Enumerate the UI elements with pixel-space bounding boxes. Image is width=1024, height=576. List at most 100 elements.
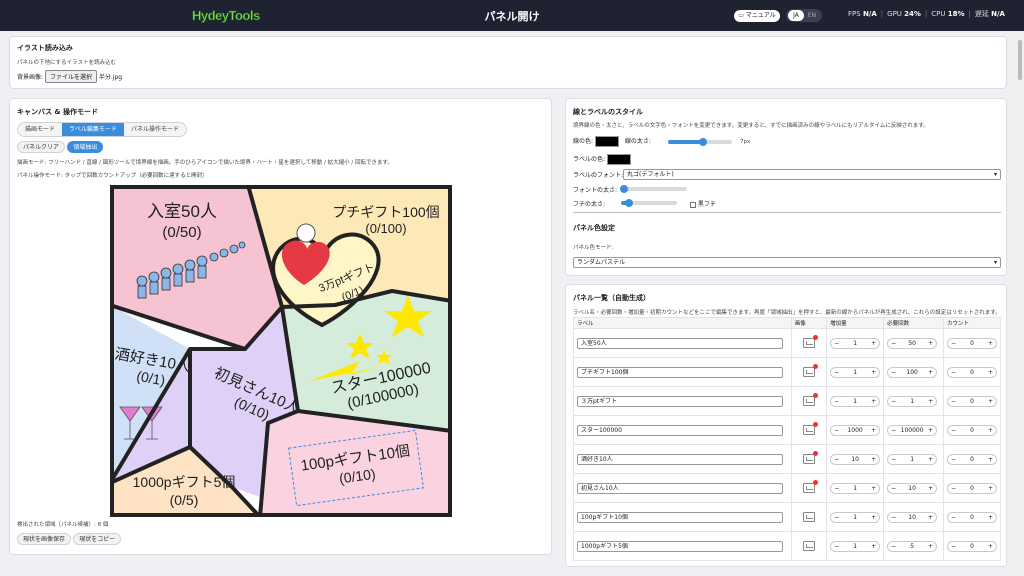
label-input[interactable]: 1000pギフト5個 [577, 540, 783, 552]
plus-icon[interactable]: + [988, 543, 993, 550]
label-input[interactable]: ３万ptギフト [577, 395, 783, 407]
font-size-slider[interactable] [620, 185, 687, 193]
color-mode-select[interactable]: ランダムパステル ▾ [573, 257, 1001, 268]
plus-icon[interactable]: + [928, 340, 933, 347]
required-stepper[interactable]: −100000 + [887, 424, 938, 436]
required-stepper[interactable]: −10 + [887, 511, 938, 523]
lang-en[interactable]: EN [804, 10, 820, 21]
line-width-slider[interactable] [668, 138, 732, 146]
increment-stepper[interactable]: −1 + [830, 366, 881, 378]
remove-image-icon[interactable] [812, 335, 818, 340]
image-icon[interactable] [802, 335, 818, 348]
page-scrollbar[interactable] [1016, 31, 1024, 576]
chevron-down-icon: ▾ [993, 259, 997, 266]
plus-icon[interactable]: + [928, 456, 933, 463]
label-input[interactable]: スター100000 [577, 424, 783, 436]
col-count: カウント [942, 317, 1002, 329]
image-icon[interactable] [802, 422, 818, 435]
plus-icon[interactable]: + [988, 427, 993, 434]
plus-icon[interactable]: + [928, 398, 933, 405]
required-stepper[interactable]: −10 + [887, 482, 938, 494]
label-input[interactable]: プチギフト100個 [577, 366, 783, 378]
plus-icon[interactable]: + [928, 543, 933, 550]
language-toggle[interactable]: JA EN [786, 9, 822, 22]
plus-icon[interactable]: + [871, 340, 876, 347]
black-edge-checkbox[interactable] [690, 201, 696, 208]
tab-panel-mode[interactable]: パネル操作モード [124, 123, 186, 136]
count-stepper[interactable]: −0 + [946, 424, 997, 436]
plus-icon[interactable]: + [928, 514, 933, 521]
label-input[interactable]: 100pギフト10個 [577, 511, 783, 523]
image-icon[interactable] [802, 451, 818, 464]
label-font-select[interactable]: 丸ゴ(デフォルト) ▾ [623, 169, 1001, 180]
remove-image-icon[interactable] [812, 364, 818, 369]
page-scroll-thumb[interactable] [1018, 40, 1022, 80]
plus-icon[interactable]: + [988, 369, 993, 376]
required-stepper[interactable]: −100 + [887, 366, 938, 378]
increment-stepper[interactable]: −1000 + [830, 424, 881, 436]
plus-icon[interactable]: + [871, 456, 876, 463]
tab-draw-mode[interactable]: 描画モード [18, 123, 62, 136]
plus-icon[interactable]: + [871, 398, 876, 405]
count-stepper[interactable]: −0 + [946, 511, 997, 523]
increment-stepper[interactable]: −1 + [830, 540, 881, 552]
count-stepper[interactable]: −0 + [946, 337, 997, 349]
image-icon[interactable] [802, 512, 815, 522]
image-icon[interactable] [802, 480, 818, 493]
remove-image-icon[interactable] [812, 393, 818, 398]
plus-icon[interactable]: + [988, 340, 993, 347]
increment-stepper[interactable]: −1 + [830, 395, 881, 407]
manual-button[interactable]: ▭ マニュアル [734, 10, 780, 22]
detect-regions-button[interactable]: 領域抽出 [67, 141, 104, 153]
panel-clear-button[interactable]: パネルクリア [17, 141, 66, 153]
lang-ja[interactable]: JA [788, 10, 804, 21]
increment-stepper[interactable]: −1 + [830, 511, 881, 523]
increment-stepper[interactable]: −10 + [830, 453, 881, 465]
remove-image-icon[interactable] [812, 451, 818, 456]
file-select-button[interactable]: ファイルを選択 [44, 70, 97, 83]
increment-stepper[interactable]: −1 + [830, 337, 881, 349]
count-stepper[interactable]: −0 + [946, 540, 997, 552]
image-icon[interactable] [802, 364, 818, 377]
required-stepper[interactable]: −5 + [887, 540, 938, 552]
edge-size-slider[interactable] [621, 199, 677, 207]
required-stepper[interactable]: −1 + [887, 395, 938, 407]
plus-icon[interactable]: + [871, 369, 876, 376]
plus-icon[interactable]: + [871, 427, 876, 434]
required-cell: −100000 + [883, 415, 944, 445]
image-icon[interactable] [802, 393, 818, 406]
plus-icon[interactable]: + [928, 427, 933, 434]
plus-icon[interactable]: + [988, 398, 993, 405]
required-stepper[interactable]: −1 + [887, 453, 938, 465]
increment-stepper[interactable]: −1 + [830, 482, 881, 494]
image-icon[interactable] [802, 541, 815, 551]
count-stepper[interactable]: −0 + [946, 366, 997, 378]
image-cell [790, 386, 828, 416]
remove-image-icon[interactable] [812, 480, 818, 485]
label-input[interactable]: 酒好き10人 [577, 453, 783, 465]
plus-icon[interactable]: + [871, 543, 876, 550]
label-input[interactable]: 入室50人 [577, 337, 783, 349]
plus-icon[interactable]: + [871, 485, 876, 492]
tab-label-edit-mode[interactable]: ラベル編集モード [62, 123, 125, 136]
plus-icon[interactable]: + [928, 369, 933, 376]
plus-icon[interactable]: + [928, 485, 933, 492]
plus-icon[interactable]: + [871, 514, 876, 521]
plus-icon[interactable]: + [988, 485, 993, 492]
plus-icon[interactable]: + [988, 514, 993, 521]
increment-cell: −1 + [826, 473, 885, 503]
save-image-button[interactable]: 現状を画像保存 [17, 533, 72, 545]
remove-image-icon[interactable] [812, 422, 818, 427]
count-stepper[interactable]: −0 + [946, 482, 997, 494]
detected-count: 検出された領域（パネル候補）: 8 個 [17, 522, 109, 528]
panel-label-8: 1000pギフト5個 [133, 474, 236, 490]
count-stepper[interactable]: −0 + [946, 395, 997, 407]
plus-icon[interactable]: + [988, 456, 993, 463]
label-input[interactable]: 初見さん10人 [577, 482, 783, 494]
copy-state-button[interactable]: 現状をコピー [73, 533, 122, 545]
required-stepper[interactable]: −50 + [887, 337, 938, 349]
panel-canvas[interactable]: 入室50人 (0/50) プチギフト100個 (0/100) 3万ptギフト (… [110, 185, 452, 517]
count-stepper[interactable]: −0 + [946, 453, 997, 465]
line-color-swatch[interactable] [594, 136, 619, 147]
label-color-swatch[interactable] [606, 154, 631, 165]
